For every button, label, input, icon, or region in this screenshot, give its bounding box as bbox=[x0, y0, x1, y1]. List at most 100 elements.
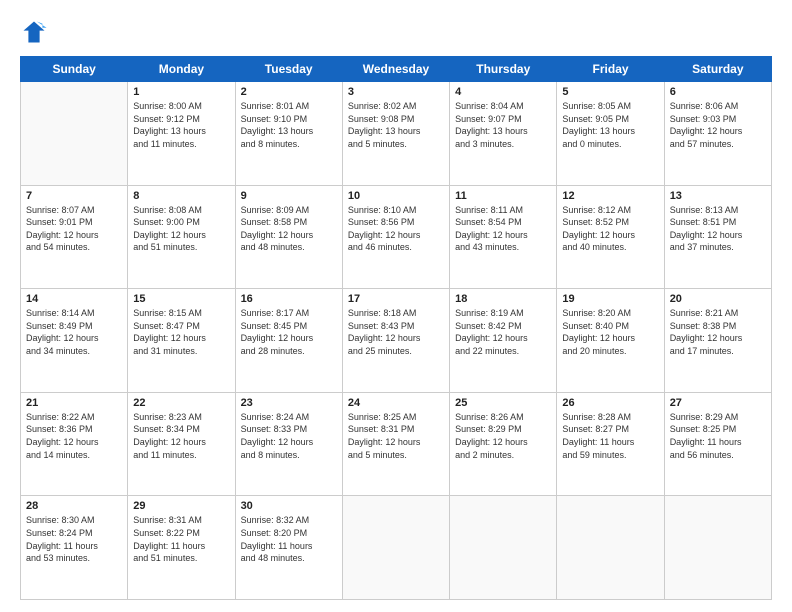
calendar-cell: 26 Sunrise: 8:28 AMSunset: 8:27 PMDayligh… bbox=[557, 392, 664, 496]
day-number: 10 bbox=[348, 190, 444, 202]
calendar-cell bbox=[342, 496, 449, 600]
calendar-cell: 15 Sunrise: 8:15 AMSunset: 8:47 PMDayligh… bbox=[128, 289, 235, 393]
day-info: Sunrise: 8:30 AMSunset: 8:24 PMDaylight:… bbox=[26, 514, 122, 564]
calendar-cell: 5Sunrise: 8:05 AMSunset: 9:05 PMDaylight… bbox=[557, 82, 664, 186]
calendar-cell: 4 Sunrise: 8:04 AMSunset: 9:07 PMDaylight… bbox=[450, 82, 557, 186]
day-number: 2 bbox=[241, 86, 337, 98]
day-info: Sunrise: 8:10 AMSunset: 8:56 PMDaylight:… bbox=[348, 204, 444, 254]
day-info: Sunrise: 8:12 AMSunset: 8:52 PMDaylight:… bbox=[562, 204, 658, 254]
day-info: Sunrise: 8:11 AMSunset: 8:54 PMDaylight:… bbox=[455, 204, 551, 254]
day-info: Sunrise: 8:09 AMSunset: 8:58 PMDaylight:… bbox=[241, 204, 337, 254]
day-info: Sunrise: 8:18 AMSunset: 8:43 PMDaylight:… bbox=[348, 307, 444, 357]
calendar-cell: 12 Sunrise: 8:12 AMSunset: 8:52 PMDayligh… bbox=[557, 185, 664, 289]
calendar-cell bbox=[450, 496, 557, 600]
day-info: Sunrise: 8:06 AMSunset: 9:03 PMDaylight:… bbox=[670, 100, 766, 150]
calendar-cell: 21Sunrise: 8:22 AMSunset: 8:36 PMDayligh… bbox=[21, 392, 128, 496]
calendar-cell bbox=[557, 496, 664, 600]
weekday-header-saturday: Saturday bbox=[664, 57, 771, 82]
day-info: Sunrise: 8:25 AMSunset: 8:31 PMDaylight:… bbox=[348, 411, 444, 461]
day-number: 24 bbox=[348, 397, 444, 409]
calendar-cell: 10 Sunrise: 8:10 AMSunset: 8:56 PMDayligh… bbox=[342, 185, 449, 289]
day-number: 18 bbox=[455, 293, 551, 305]
day-number: 19 bbox=[562, 293, 658, 305]
day-number: 26 bbox=[562, 397, 658, 409]
day-number: 17 bbox=[348, 293, 444, 305]
weekday-header-sunday: Sunday bbox=[21, 57, 128, 82]
day-info: Sunrise: 8:04 AMSunset: 9:07 PMDaylight:… bbox=[455, 100, 551, 150]
calendar-cell: 30 Sunrise: 8:32 AMSunset: 8:20 PMDayligh… bbox=[235, 496, 342, 600]
day-info: Sunrise: 8:31 AMSunset: 8:22 PMDaylight:… bbox=[133, 514, 229, 564]
day-number: 28 bbox=[26, 500, 122, 512]
day-info: Sunrise: 8:32 AMSunset: 8:20 PMDaylight:… bbox=[241, 514, 337, 564]
week-row-2: 7Sunrise: 8:07 AMSunset: 9:01 PMDaylight… bbox=[21, 185, 772, 289]
day-info: Sunrise: 8:24 AMSunset: 8:33 PMDaylight:… bbox=[241, 411, 337, 461]
week-row-3: 14 Sunrise: 8:14 AMSunset: 8:49 PMDayligh… bbox=[21, 289, 772, 393]
day-info: Sunrise: 8:26 AMSunset: 8:29 PMDaylight:… bbox=[455, 411, 551, 461]
day-info: Sunrise: 8:21 AMSunset: 8:38 PMDaylight:… bbox=[670, 307, 766, 357]
day-number: 8 bbox=[133, 190, 229, 202]
weekday-header-monday: Monday bbox=[128, 57, 235, 82]
day-number: 9 bbox=[241, 190, 337, 202]
day-number: 1 bbox=[133, 86, 229, 98]
calendar-table: SundayMondayTuesdayWednesdayThursdayFrid… bbox=[20, 56, 772, 600]
weekday-header-wednesday: Wednesday bbox=[342, 57, 449, 82]
calendar-cell: 1 Sunrise: 8:00 AMSunset: 9:12 PMDaylight… bbox=[128, 82, 235, 186]
calendar-cell: 8Sunrise: 8:08 AMSunset: 9:00 PMDaylight… bbox=[128, 185, 235, 289]
header bbox=[20, 18, 772, 46]
weekday-header-thursday: Thursday bbox=[450, 57, 557, 82]
week-row-5: 28 Sunrise: 8:30 AMSunset: 8:24 PMDayligh… bbox=[21, 496, 772, 600]
day-number: 30 bbox=[241, 500, 337, 512]
day-info: Sunrise: 8:14 AMSunset: 8:49 PMDaylight:… bbox=[26, 307, 122, 357]
calendar-cell: 19 Sunrise: 8:20 AMSunset: 8:40 PMDayligh… bbox=[557, 289, 664, 393]
day-number: 21 bbox=[26, 397, 122, 409]
day-info: Sunrise: 8:17 AMSunset: 8:45 PMDaylight:… bbox=[241, 307, 337, 357]
day-number: 12 bbox=[562, 190, 658, 202]
day-info: Sunrise: 8:15 AMSunset: 8:47 PMDaylight:… bbox=[133, 307, 229, 357]
day-number: 27 bbox=[670, 397, 766, 409]
calendar-cell: 25 Sunrise: 8:26 AMSunset: 8:29 PMDayligh… bbox=[450, 392, 557, 496]
day-info: Sunrise: 8:29 AMSunset: 8:25 PMDaylight:… bbox=[670, 411, 766, 461]
day-info: Sunrise: 8:28 AMSunset: 8:27 PMDaylight:… bbox=[562, 411, 658, 461]
day-number: 4 bbox=[455, 86, 551, 98]
calendar-cell bbox=[664, 496, 771, 600]
calendar-cell: 2 Sunrise: 8:01 AMSunset: 9:10 PMDaylight… bbox=[235, 82, 342, 186]
day-number: 5 bbox=[562, 86, 658, 98]
day-number: 20 bbox=[670, 293, 766, 305]
calendar-cell: 11 Sunrise: 8:11 AMSunset: 8:54 PMDayligh… bbox=[450, 185, 557, 289]
day-info: Sunrise: 8:02 AMSunset: 9:08 PMDaylight:… bbox=[348, 100, 444, 150]
day-number: 16 bbox=[241, 293, 337, 305]
day-info: Sunrise: 8:20 AMSunset: 8:40 PMDaylight:… bbox=[562, 307, 658, 357]
calendar-cell: 14 Sunrise: 8:14 AMSunset: 8:49 PMDayligh… bbox=[21, 289, 128, 393]
calendar-cell: 3 Sunrise: 8:02 AMSunset: 9:08 PMDaylight… bbox=[342, 82, 449, 186]
calendar-cell: 23 Sunrise: 8:24 AMSunset: 8:33 PMDayligh… bbox=[235, 392, 342, 496]
day-number: 15 bbox=[133, 293, 229, 305]
day-info: Sunrise: 8:23 AMSunset: 8:34 PMDaylight:… bbox=[133, 411, 229, 461]
week-row-4: 21Sunrise: 8:22 AMSunset: 8:36 PMDayligh… bbox=[21, 392, 772, 496]
calendar-cell: 13 Sunrise: 8:13 AMSunset: 8:51 PMDayligh… bbox=[664, 185, 771, 289]
calendar-cell: 24 Sunrise: 8:25 AMSunset: 8:31 PMDayligh… bbox=[342, 392, 449, 496]
day-info: Sunrise: 8:00 AMSunset: 9:12 PMDaylight:… bbox=[133, 100, 229, 150]
day-number: 14 bbox=[26, 293, 122, 305]
day-number: 13 bbox=[670, 190, 766, 202]
day-info: Sunrise: 8:01 AMSunset: 9:10 PMDaylight:… bbox=[241, 100, 337, 150]
day-number: 25 bbox=[455, 397, 551, 409]
day-number: 22 bbox=[133, 397, 229, 409]
day-number: 3 bbox=[348, 86, 444, 98]
week-row-1: 1 Sunrise: 8:00 AMSunset: 9:12 PMDaylight… bbox=[21, 82, 772, 186]
day-number: 23 bbox=[241, 397, 337, 409]
calendar-cell: 7Sunrise: 8:07 AMSunset: 9:01 PMDaylight… bbox=[21, 185, 128, 289]
calendar-cell bbox=[21, 82, 128, 186]
calendar-cell: 17 Sunrise: 8:18 AMSunset: 8:43 PMDayligh… bbox=[342, 289, 449, 393]
calendar-cell: 9 Sunrise: 8:09 AMSunset: 8:58 PMDaylight… bbox=[235, 185, 342, 289]
calendar-cell: 18Sunrise: 8:19 AMSunset: 8:42 PMDayligh… bbox=[450, 289, 557, 393]
logo bbox=[20, 18, 52, 46]
day-number: 11 bbox=[455, 190, 551, 202]
weekday-header-friday: Friday bbox=[557, 57, 664, 82]
day-info: Sunrise: 8:07 AMSunset: 9:01 PMDaylight:… bbox=[26, 204, 122, 254]
calendar-cell: 6Sunrise: 8:06 AMSunset: 9:03 PMDaylight… bbox=[664, 82, 771, 186]
calendar-cell: 16 Sunrise: 8:17 AMSunset: 8:45 PMDayligh… bbox=[235, 289, 342, 393]
calendar-cell: 29 Sunrise: 8:31 AMSunset: 8:22 PMDayligh… bbox=[128, 496, 235, 600]
page: SundayMondayTuesdayWednesdayThursdayFrid… bbox=[0, 0, 792, 612]
day-number: 29 bbox=[133, 500, 229, 512]
day-info: Sunrise: 8:13 AMSunset: 8:51 PMDaylight:… bbox=[670, 204, 766, 254]
